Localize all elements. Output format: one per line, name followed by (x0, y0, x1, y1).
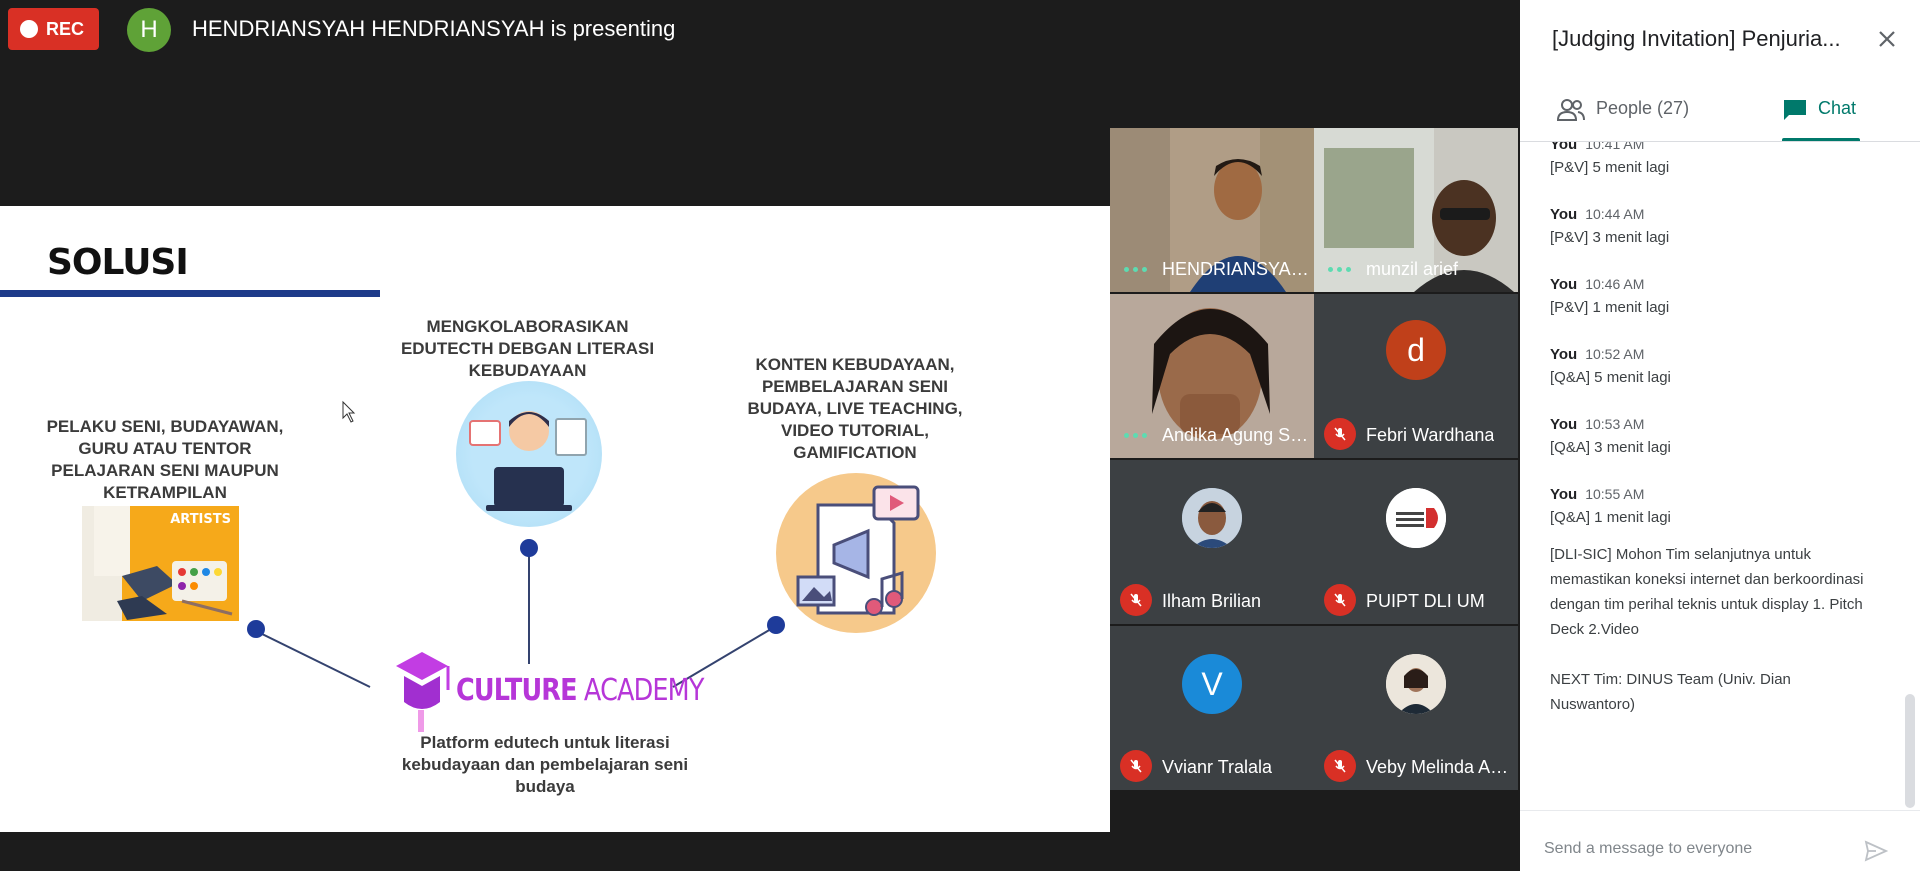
participant-tile[interactable]: V Vvianr Tralala (1110, 626, 1314, 790)
speaking-indicator-icon (1328, 267, 1351, 272)
side-panel: [Judging Invitation] Penjuria... People … (1520, 0, 1920, 871)
chat-message: You 10:46 AM [P&V] 1 menit lagi (1550, 274, 1870, 320)
participant-avatar: V (1182, 654, 1242, 714)
message-text: [P&V] 3 menit lagi (1550, 229, 1670, 246)
participant-tile[interactable]: PUIPT DLI UM (1314, 460, 1518, 624)
chat-scrollbar[interactable] (1905, 694, 1915, 808)
tab-chat[interactable]: Chat (1782, 92, 1856, 142)
meeting-title: [Judging Invitation] Penjuria... (1552, 26, 1841, 51)
message-text: [Q&A] 5 menit lagi (1550, 369, 1671, 386)
chat-message: You 10:44 AM [P&V] 3 menit lagi (1550, 204, 1870, 250)
chat-message: You 10:55 AM [Q&A] 1 menit lagi (1550, 484, 1870, 530)
participant-avatar: d (1386, 320, 1446, 380)
message-sender: You (1550, 486, 1578, 503)
speaking-indicator-icon (1124, 433, 1147, 438)
participant-name: PUIPT DLI UM (1366, 591, 1485, 611)
message-time: 10:52 AM (1585, 346, 1645, 362)
participant-tile[interactable]: munzil arief (1314, 128, 1518, 292)
chat-message: You 10:53 AM [Q&A] 3 menit lagi (1550, 414, 1870, 460)
speaking-indicator-icon (1124, 267, 1147, 272)
participant-name: Andika Agung Sut... (1162, 425, 1310, 445)
mic-off-icon (1324, 584, 1356, 616)
culture-academy-logo-icon (396, 652, 450, 732)
message-text: [Q&A] 3 menit lagi (1550, 439, 1671, 456)
recording-label: REC (46, 18, 85, 39)
participant-avatar (1386, 488, 1446, 548)
input-divider (1520, 810, 1920, 811)
people-icon (1556, 99, 1585, 121)
participant-name: HENDRIANSYAH ... (1162, 259, 1310, 279)
message-text: [P&V] 1 menit lagi (1550, 299, 1670, 316)
meeting-stage: SOLUSI MENGKOLABORASIKAN EDUTECTH DEBGAN… (0, 60, 1520, 871)
chat-message-continued: [DLI-SIC] Mohon Tim selanjutnya untuk me… (1550, 542, 1870, 717)
presenter-avatar: H (127, 8, 171, 52)
message-sender: You (1550, 346, 1578, 363)
caption-content: KONTEN KEBUDAYAAN, PEMBELAJARAN SENI BUD… (747, 355, 963, 462)
presenting-status: HENDRIANSYAH HENDRIANSYAH is presenting (192, 16, 676, 41)
chat-message: You 10:52 AM [Q&A] 5 menit lagi (1550, 344, 1870, 390)
participant-tile[interactable]: Veby Melinda Ann... (1314, 626, 1518, 790)
participant-avatar (1386, 654, 1446, 714)
message-text: [P&V] 5 menit lagi (1550, 159, 1670, 176)
record-dot-icon (20, 20, 38, 38)
send-icon (1864, 840, 1888, 862)
message-sender: You (1550, 416, 1578, 433)
chat-icon (1784, 100, 1806, 120)
chat-message-input[interactable] (1544, 840, 1844, 858)
close-icon (1879, 31, 1895, 47)
message-text: [DLI-SIC] Mohon Tim selanjutnya untuk me… (1550, 546, 1864, 638)
logo-word-culture: CULTURE (456, 673, 578, 708)
tab-people[interactable]: People (27) (1556, 92, 1689, 142)
message-time: 10:55 AM (1585, 486, 1645, 502)
message-text: [Q&A] 1 menit lagi (1550, 509, 1671, 526)
participant-name: Veby Melinda Ann... (1366, 757, 1514, 777)
caption-collaboration: MENGKOLABORASIKAN EDUTECTH DEBGAN LITERA… (400, 317, 655, 380)
message-sender: You (1550, 276, 1578, 293)
chat-message: You 10:41 AM [P&V] 5 menit lagi (1550, 142, 1870, 180)
mic-off-icon (1120, 750, 1152, 782)
participant-name: Vvianr Tralala (1162, 757, 1273, 777)
message-time: 10:46 AM (1585, 276, 1645, 292)
caption-artists: PELAKU SENI, BUDAYAWAN, GURU ATAU TENTOR… (46, 417, 284, 502)
edutech-illustration (456, 381, 602, 527)
chat-messages[interactable]: You 10:41 AM [P&V] 5 menit lagi You 10:44 … (1520, 142, 1920, 810)
mic-off-icon (1324, 418, 1356, 450)
participant-tile[interactable]: Andika Agung Sut... (1110, 294, 1314, 458)
platform-caption: Platform edutech untuk literasi kebudaya… (401, 733, 689, 796)
artists-illustration: ARTISTS (82, 506, 239, 621)
tab-people-label: People (27) (1596, 98, 1690, 118)
mic-off-icon (1120, 584, 1152, 616)
culture-academy-logo-text: CULTURE ACADEMY (456, 673, 704, 708)
participant-tile[interactable]: Ilham Brilian (1110, 460, 1314, 624)
tab-chat-label: Chat (1818, 98, 1857, 118)
close-panel-button[interactable] (1872, 24, 1902, 54)
message-time: 10:44 AM (1585, 206, 1645, 222)
message-sender: You (1550, 142, 1578, 153)
message-sender: You (1550, 206, 1578, 223)
meeting-top-bar: REC H HENDRIANSYAH HENDRIANSYAH is prese… (0, 0, 1520, 60)
participant-tile[interactable]: d Febri Wardhana (1314, 294, 1518, 458)
recording-badge: REC (8, 8, 99, 50)
participant-name: Ilham Brilian (1162, 591, 1262, 611)
media-content-illustration (776, 473, 936, 633)
artists-label: ARTISTS (170, 512, 231, 527)
logo-word-academy: ACADEMY (583, 673, 704, 708)
participant-name: munzil arief (1366, 259, 1459, 279)
message-time: 10:41 AM (1585, 142, 1645, 152)
message-time: 10:53 AM (1585, 416, 1645, 432)
mic-off-icon (1324, 750, 1356, 782)
participant-name: Febri Wardhana (1366, 425, 1495, 445)
participant-avatar (1182, 488, 1242, 548)
presentation-slide[interactable]: SOLUSI MENGKOLABORASIKAN EDUTECTH DEBGAN… (0, 206, 1110, 832)
participant-tile[interactable]: HENDRIANSYAH ... (1110, 128, 1314, 292)
message-text: NEXT Tim: DINUS Team (Univ. Dian Nuswant… (1550, 671, 1791, 713)
send-button[interactable] (1860, 836, 1892, 866)
